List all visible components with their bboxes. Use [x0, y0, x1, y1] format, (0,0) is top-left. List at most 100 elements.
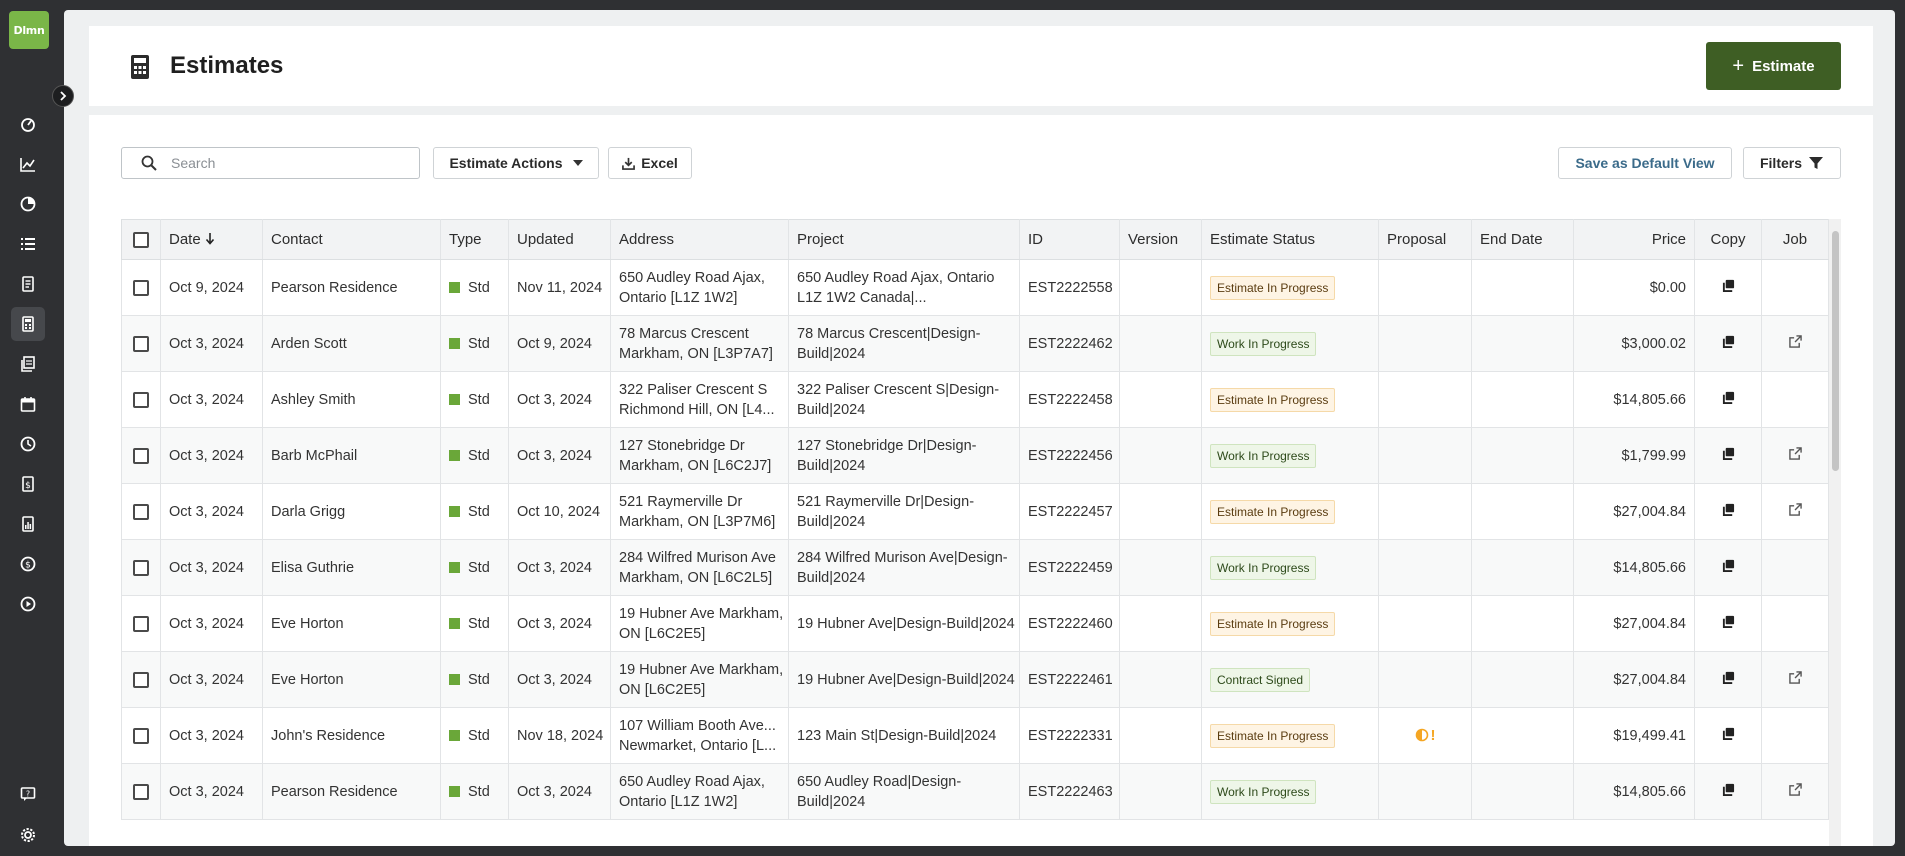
copy-icon[interactable]	[1722, 279, 1735, 292]
contact-cell[interactable]: Pearson Residence	[262, 259, 441, 316]
copy-icon[interactable]	[1722, 503, 1735, 516]
row-checkbox[interactable]	[133, 615, 149, 632]
select-all-checkbox[interactable]	[133, 232, 149, 249]
calendar-icon[interactable]	[17, 393, 39, 415]
copy-icon[interactable]	[1722, 615, 1735, 628]
table-row[interactable]: Oct 3, 2024 John's Residence Std Nov 18,…	[121, 707, 1829, 764]
col-date[interactable]: Date	[160, 219, 263, 260]
col-version[interactable]: Version	[1119, 219, 1202, 260]
copy-icon[interactable]	[1722, 671, 1735, 684]
row-checkbox[interactable]	[133, 671, 149, 688]
version-cell	[1119, 483, 1202, 540]
type-cell: Std	[440, 427, 509, 484]
status-badge: Work In Progress	[1210, 443, 1317, 468]
table-row[interactable]: Oct 3, 2024 Elisa Guthrie Std Oct 3, 202…	[121, 539, 1829, 596]
pie-chart-icon[interactable]	[17, 193, 39, 215]
row-checkbox[interactable]	[133, 447, 149, 464]
copy-icon[interactable]	[1722, 335, 1735, 348]
address-cell: 78 Marcus Crescent Markham, ON [L3P7A7]	[610, 315, 789, 372]
contact-cell[interactable]: Barb McPhail	[262, 427, 441, 484]
estimate-actions-dropdown[interactable]: Estimate Actions	[433, 147, 599, 179]
col-proposal[interactable]: Proposal	[1378, 219, 1472, 260]
save-default-view-button[interactable]: Save as Default View	[1558, 147, 1732, 179]
dashboard-icon[interactable]	[17, 113, 39, 135]
help-icon[interactable]: ?	[17, 783, 39, 805]
table-row[interactable]: Oct 3, 2024 Darla Grigg Std Oct 10, 2024…	[121, 483, 1829, 540]
external-link-icon[interactable]	[1788, 334, 1802, 348]
report-icon[interactable]	[17, 513, 39, 535]
contact-cell[interactable]: Eve Horton	[262, 651, 441, 708]
contact-cell[interactable]: Pearson Residence	[262, 763, 441, 820]
invoice-icon[interactable]	[17, 353, 39, 375]
list-icon[interactable]	[17, 233, 39, 255]
table-row[interactable]: Oct 3, 2024 Arden Scott Std Oct 9, 2024 …	[121, 315, 1829, 372]
contact-cell[interactable]: John's Residence	[262, 707, 441, 764]
copy-icon[interactable]	[1722, 727, 1735, 740]
copy-icon[interactable]	[1722, 447, 1735, 460]
contact-cell[interactable]: Darla Grigg	[262, 483, 441, 540]
address-cell: 127 Stonebridge Dr Markham, ON [L6C2J7]	[610, 427, 789, 484]
table-row[interactable]: Oct 3, 2024 Pearson Residence Std Oct 3,…	[121, 763, 1829, 820]
col-id[interactable]: ID	[1019, 219, 1120, 260]
receipt-icon[interactable]: $	[17, 473, 39, 495]
end-date-cell	[1471, 707, 1574, 764]
col-contact[interactable]: Contact	[262, 219, 441, 260]
table-row[interactable]: Oct 9, 2024 Pearson Residence Std Nov 11…	[121, 259, 1829, 316]
search-input[interactable]	[171, 155, 401, 171]
status-cell: Work In Progress	[1201, 763, 1379, 820]
external-link-icon[interactable]	[1788, 670, 1802, 684]
row-checkbox[interactable]	[133, 335, 149, 352]
table-row[interactable]: Oct 3, 2024 Eve Horton Std Oct 3, 2024 1…	[121, 651, 1829, 708]
type-cell: Std	[440, 539, 509, 596]
id-cell: EST2222558	[1019, 259, 1120, 316]
row-checkbox[interactable]	[133, 783, 149, 800]
col-price[interactable]: Price	[1573, 219, 1695, 260]
external-link-icon[interactable]	[1788, 782, 1802, 796]
contact-cell[interactable]: Eve Horton	[262, 595, 441, 652]
copy-icon[interactable]	[1722, 783, 1735, 796]
gear-icon[interactable]	[17, 824, 39, 846]
filters-button[interactable]: Filters	[1743, 147, 1841, 179]
copy-icon[interactable]	[1722, 391, 1735, 404]
excel-export-button[interactable]: Excel	[608, 147, 692, 179]
copy-icon[interactable]	[1722, 559, 1735, 572]
chart-line-icon[interactable]	[17, 153, 39, 175]
version-cell	[1119, 707, 1202, 764]
row-checkbox[interactable]	[133, 559, 149, 576]
external-link-icon[interactable]	[1788, 446, 1802, 460]
contact-cell[interactable]: Arden Scott	[262, 315, 441, 372]
table-row[interactable]: Oct 3, 2024 Barb McPhail Std Oct 3, 2024…	[121, 427, 1829, 484]
col-project[interactable]: Project	[788, 219, 1020, 260]
coin-icon[interactable]: $	[17, 553, 39, 575]
play-icon[interactable]	[17, 593, 39, 615]
table-scrollbar[interactable]	[1829, 219, 1841, 846]
status-badge: Estimate In Progress	[1210, 723, 1336, 748]
calculator-icon[interactable]	[11, 307, 45, 341]
external-link-icon[interactable]	[1788, 502, 1802, 516]
contact-cell[interactable]: Elisa Guthrie	[262, 539, 441, 596]
type-indicator	[449, 729, 460, 741]
contact-cell[interactable]: Ashley Smith	[262, 371, 441, 428]
row-checkbox[interactable]	[133, 391, 149, 408]
row-checkbox[interactable]	[133, 727, 149, 744]
type-cell: Std	[440, 371, 509, 428]
table-row[interactable]: Oct 3, 2024 Ashley Smith Std Oct 3, 2024…	[121, 371, 1829, 428]
col-address[interactable]: Address	[610, 219, 789, 260]
document-icon[interactable]	[17, 273, 39, 295]
search-box[interactable]	[121, 147, 420, 179]
col-status[interactable]: Estimate Status	[1201, 219, 1379, 260]
app-logo[interactable]: Dlmn	[9, 11, 49, 49]
toolbar: Estimate Actions Excel Save as Default V…	[121, 147, 1841, 181]
status-badge: Estimate In Progress	[1210, 499, 1336, 524]
col-type[interactable]: Type	[440, 219, 509, 260]
sidebar-toggle-button[interactable]	[52, 85, 74, 107]
col-updated[interactable]: Updated	[508, 219, 611, 260]
row-checkbox[interactable]	[133, 503, 149, 520]
col-end-date[interactable]: End Date	[1471, 219, 1574, 260]
row-checkbox[interactable]	[133, 279, 149, 296]
scrollbar-thumb[interactable]	[1832, 231, 1839, 471]
add-estimate-button[interactable]: + Estimate	[1706, 42, 1841, 90]
clock-icon[interactable]	[17, 433, 39, 455]
table-row[interactable]: Oct 3, 2024 Eve Horton Std Oct 3, 2024 1…	[121, 595, 1829, 652]
type-cell: Std	[440, 651, 509, 708]
